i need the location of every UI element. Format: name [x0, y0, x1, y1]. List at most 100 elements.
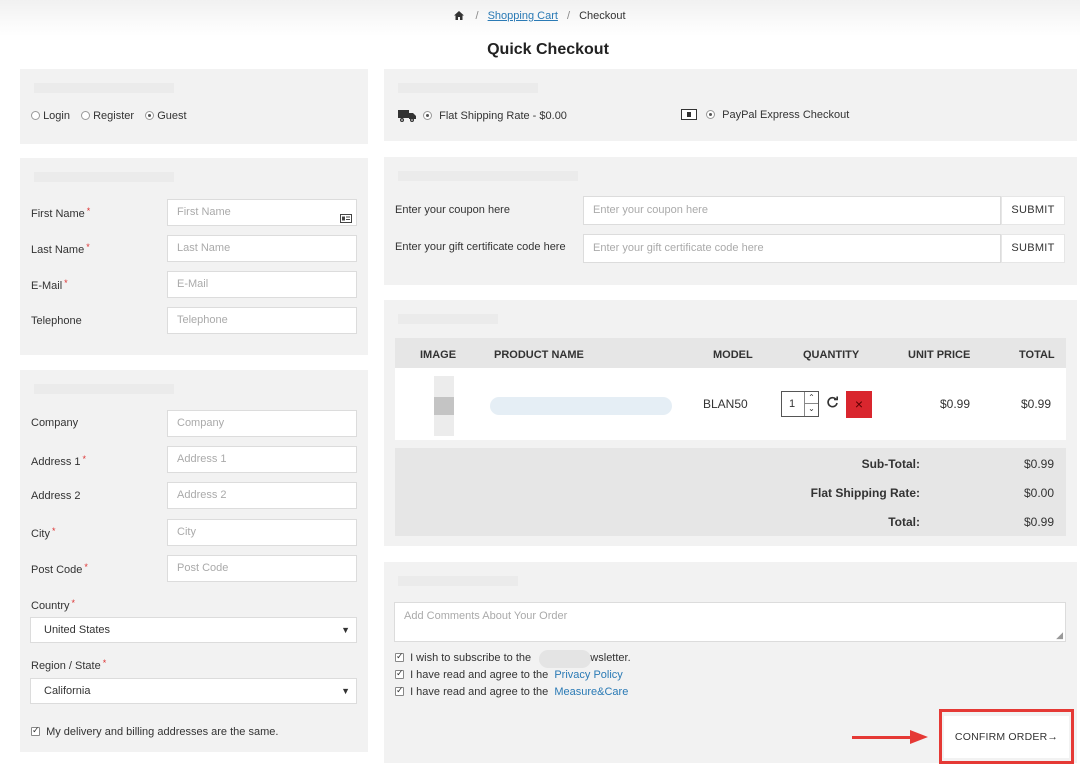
breadcrumb-shopping-cart[interactable]: Shopping Cart	[488, 10, 558, 22]
store-name-blurred	[539, 650, 591, 668]
col-product: PRODUCT NAME	[494, 349, 584, 361]
privacy-checkbox[interactable]	[395, 668, 404, 679]
shipping-option[interactable]: Flat Shipping Rate - $0.00	[398, 109, 567, 125]
coupon-panel-title	[398, 171, 578, 181]
subtotal-label: Sub-Total:	[861, 457, 920, 471]
cart-totals-box	[395, 448, 1066, 536]
address-panel: Company Company Address 1 * Address 1 Add…	[20, 370, 368, 752]
privacy-option[interactable]: I have read and agree to the Privacy Pol…	[395, 668, 623, 681]
page-title: Quick Checkout	[487, 41, 609, 58]
confirm-panel-title	[398, 576, 518, 586]
postcode-input[interactable]: Post Code	[167, 555, 357, 582]
col-quantity: QUANTITY	[803, 349, 860, 361]
payment-radio[interactable]	[706, 110, 716, 119]
newsletter-option[interactable]: I wish to subscribe to the ewsletter.	[395, 651, 631, 664]
telephone-input[interactable]: Telephone	[167, 307, 357, 334]
city-input[interactable]: City	[167, 519, 357, 546]
guest-radio[interactable]	[145, 111, 155, 120]
personal-details-panel: First Name * First Name Last Name * Last N…	[20, 158, 368, 355]
shipping-radio[interactable]	[423, 111, 433, 120]
gift-certificate-input[interactable]: Enter your gift certificate code here	[583, 234, 1001, 263]
home-icon[interactable]	[454, 11, 465, 23]
truck-icon	[398, 109, 416, 125]
shipping-payment-panel: Flat Shipping Rate - $0.00 PayPal Expres…	[384, 69, 1077, 141]
address2-label: Address 2	[31, 490, 81, 502]
close-icon: ×	[854, 396, 864, 412]
breadcrumb-separator: /	[566, 10, 571, 22]
coupon-panel: Enter your coupon here Enter your coupon…	[384, 157, 1077, 285]
measure-care-link[interactable]: Measure&Care	[554, 686, 628, 698]
shipping-rate-value: $0.00	[1023, 486, 1054, 500]
quantity-value: 1	[789, 398, 796, 410]
company-input[interactable]: Company	[167, 410, 357, 437]
chevron-down-icon: ▼	[341, 625, 350, 635]
comments-textarea[interactable]: Add Comments About Your Order ◢	[394, 602, 1066, 642]
breadcrumb: / Shopping Cart / Checkout	[0, 10, 1080, 23]
postcode-label: Post Code *	[31, 562, 88, 576]
region-select[interactable]: California ▼	[30, 678, 357, 704]
account-panel-title	[34, 83, 174, 93]
last-name-input[interactable]: Last Name	[167, 235, 357, 262]
gift-submit-button[interactable]: SUBMIT	[1001, 234, 1065, 263]
gift-label: Enter your gift certificate code here	[395, 241, 566, 253]
address1-input[interactable]: Address 1	[167, 446, 357, 473]
subtotal-value: $0.99	[1023, 457, 1054, 471]
contact-card-icon	[340, 208, 352, 233]
quantity-stepper[interactable]: 1 ⌃ ⌄	[781, 391, 819, 417]
city-label: City *	[31, 526, 56, 540]
shipping-panel-title	[398, 83, 538, 93]
coupon-submit-button[interactable]: SUBMIT	[1001, 196, 1065, 225]
coupon-label: Enter your coupon here	[395, 204, 510, 216]
email-label: E-Mail *	[31, 278, 68, 292]
annotation-arrow-line	[852, 736, 914, 739]
login-option[interactable]: Login	[31, 110, 70, 122]
login-radio[interactable]	[31, 111, 40, 120]
country-select[interactable]: United States ▼	[30, 617, 357, 643]
address2-input[interactable]: Address 2	[167, 482, 357, 509]
terms-checkbox[interactable]	[395, 685, 404, 696]
annotation-arrow-head	[910, 730, 928, 744]
first-name-input[interactable]: First Name	[167, 199, 357, 226]
product-name-blurred[interactable]	[490, 397, 672, 415]
terms-option[interactable]: I have read and agree to the Measure&Car…	[395, 685, 628, 698]
register-radio[interactable]	[81, 111, 91, 120]
privacy-policy-link[interactable]: Privacy Policy	[554, 669, 622, 681]
product-thumbnail[interactable]	[434, 376, 454, 436]
quantity-up-icon[interactable]: ⌃	[804, 392, 818, 404]
guest-option[interactable]: Guest	[145, 110, 187, 122]
product-model: BLAN50	[703, 397, 748, 411]
row-total: $0.99	[1021, 397, 1052, 411]
col-image: IMAGE	[420, 349, 457, 361]
shipping-rate-label: Flat Shipping Rate:	[810, 486, 920, 500]
chevron-down-icon: ▼	[341, 686, 350, 696]
coupon-input[interactable]: Enter your coupon here	[583, 196, 1001, 225]
confirm-order-button[interactable]: CONFIRM ORDER→	[944, 716, 1069, 758]
same-address-option[interactable]: My delivery and billing addresses are th…	[31, 725, 278, 738]
arrow-right-icon: →	[1047, 731, 1059, 743]
unit-price: $0.99	[940, 397, 971, 411]
cart-panel-title	[398, 314, 498, 324]
same-address-checkbox[interactable]	[31, 725, 40, 736]
quantity-down-icon[interactable]: ⌄	[804, 404, 818, 416]
cart-panel	[384, 300, 1077, 546]
newsletter-checkbox[interactable]	[395, 651, 404, 662]
col-model: MODEL	[713, 349, 753, 361]
region-label: Region / State *	[31, 658, 107, 672]
email-input[interactable]: E-Mail	[167, 271, 357, 298]
telephone-label: Telephone	[31, 315, 82, 327]
address-panel-title	[34, 384, 174, 394]
total-value: $0.99	[1023, 515, 1054, 529]
resize-handle-icon[interactable]: ◢	[1056, 630, 1063, 641]
remove-item-button[interactable]: ×	[846, 391, 872, 418]
breadcrumb-current: Checkout	[579, 10, 626, 22]
col-total: TOTAL	[1019, 349, 1055, 361]
register-option[interactable]: Register	[81, 110, 134, 122]
last-name-label: Last Name *	[31, 242, 90, 256]
company-label: Company	[31, 417, 79, 429]
refresh-icon[interactable]	[826, 396, 839, 412]
payment-card-icon	[681, 109, 697, 123]
payment-option[interactable]: PayPal Express Checkout	[681, 109, 849, 123]
address1-label: Address 1 *	[31, 454, 87, 468]
account-panel: Login Register Guest	[20, 69, 368, 144]
first-name-label: First Name *	[31, 206, 91, 220]
